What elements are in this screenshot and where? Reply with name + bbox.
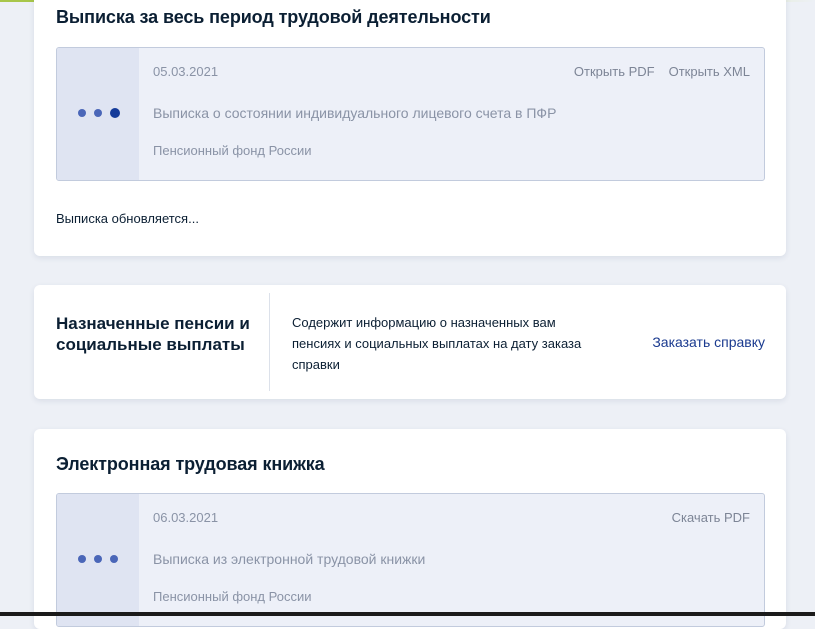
loading-dot bbox=[94, 109, 102, 117]
download-pdf-link[interactable]: Скачать PDF bbox=[672, 510, 750, 525]
bottom-edge bbox=[0, 612, 815, 616]
pensions-card: Назначенные пенсии и социальные выплаты … bbox=[34, 285, 786, 399]
document-thumbnail bbox=[57, 48, 139, 180]
extract-card-title: Выписка за весь период трудовой деятельн… bbox=[56, 7, 491, 27]
document-date: 06.03.2021 bbox=[153, 510, 219, 525]
workbook-document: 06.03.2021 Скачать PDF Выписка из электр… bbox=[56, 493, 765, 627]
document-actions: Открыть PDF Открыть XML bbox=[574, 64, 750, 79]
extract-document: 05.03.2021 Открыть PDF Открыть XML Выпис… bbox=[56, 47, 765, 181]
document-actions: Скачать PDF bbox=[672, 510, 750, 525]
loading-dot bbox=[78, 109, 86, 117]
document-org: Пенсионный фонд России bbox=[153, 143, 312, 158]
loading-dot bbox=[94, 555, 102, 563]
open-xml-link[interactable]: Открыть XML bbox=[669, 64, 750, 79]
loading-dot bbox=[110, 555, 118, 563]
document-name: Выписка из электронной трудовой книжки bbox=[153, 551, 426, 567]
document-date: 05.03.2021 bbox=[153, 64, 219, 79]
divider bbox=[269, 293, 270, 391]
document-name: Выписка о состоянии индивидуального лице… bbox=[153, 105, 557, 121]
workbook-card: Электронная трудовая книжка 06.03.2021 С… bbox=[34, 429, 786, 629]
loading-dot-active bbox=[110, 108, 120, 118]
pensions-card-description: Содержит информацию о назначенных вам пе… bbox=[292, 315, 582, 372]
order-certificate-link[interactable]: Заказать справку bbox=[652, 334, 765, 350]
extract-card: Выписка за весь период трудовой деятельн… bbox=[34, 0, 786, 256]
open-pdf-link[interactable]: Открыть PDF bbox=[574, 64, 655, 79]
loading-dot bbox=[78, 555, 86, 563]
pensions-card-title: Назначенные пенсии и социальные выплаты bbox=[56, 314, 250, 354]
workbook-card-title: Электронная трудовая книжка bbox=[56, 454, 325, 474]
document-thumbnail bbox=[57, 494, 139, 626]
update-status: Выписка обновляется... bbox=[56, 211, 199, 226]
document-org: Пенсионный фонд России bbox=[153, 589, 312, 604]
